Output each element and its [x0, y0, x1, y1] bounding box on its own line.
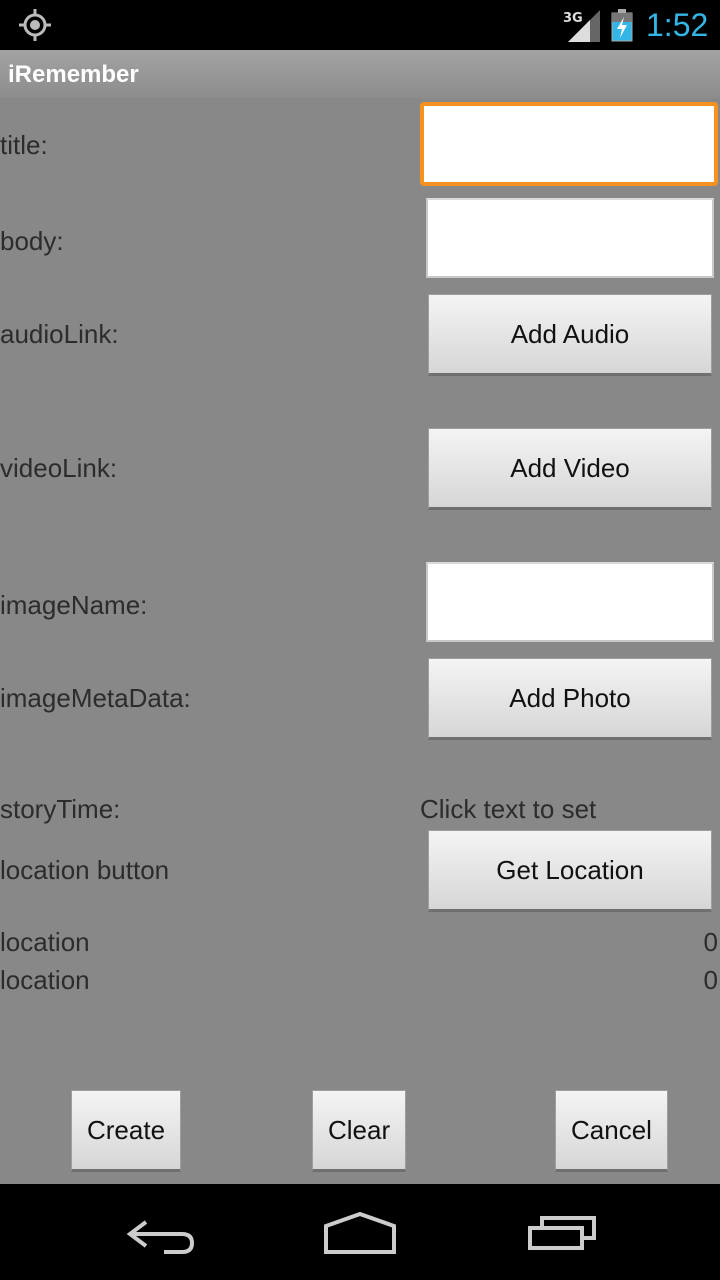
create-button[interactable]: Create	[71, 1090, 182, 1172]
add-video-button[interactable]: Add Video	[428, 428, 712, 510]
story-time-label: storyTime:	[0, 794, 121, 824]
clear-button[interactable]: Clear	[312, 1090, 407, 1172]
cancel-button[interactable]: Cancel	[555, 1090, 668, 1172]
video-link-label: videoLink:	[0, 453, 118, 483]
image-name-input[interactable]	[426, 562, 714, 642]
home-icon[interactable]	[320, 1202, 400, 1262]
battery-icon	[611, 9, 633, 42]
title-input[interactable]	[420, 102, 718, 186]
body-label: body:	[0, 226, 64, 256]
image-metadata-label: imageMetaData:	[0, 683, 191, 713]
get-location-button[interactable]: Get Location	[428, 830, 712, 912]
story-time-value[interactable]: Click text to set	[420, 794, 596, 825]
network-type: 3G	[563, 11, 583, 26]
navigation-bar	[0, 1184, 720, 1280]
back-icon[interactable]	[120, 1202, 200, 1262]
app-title: iRemember	[8, 61, 139, 88]
add-photo-button[interactable]: Add Photo	[428, 658, 712, 740]
status-bar: 3G 1:52	[0, 0, 720, 50]
action-bar: iRemember	[0, 50, 720, 98]
body-input[interactable]	[426, 198, 714, 278]
signal-icon: 3G	[563, 10, 600, 42]
add-audio-button[interactable]: Add Audio	[428, 294, 712, 376]
gps-icon	[19, 9, 51, 41]
audio-link-label: audioLink:	[0, 319, 119, 349]
location-button-label: location button	[0, 855, 170, 885]
location-label-2: location	[0, 965, 90, 995]
image-name-label: imageName:	[0, 590, 148, 620]
location-label-1: location	[0, 927, 90, 957]
clock: 1:52	[646, 7, 709, 43]
recents-icon[interactable]	[522, 1202, 602, 1262]
title-label: title:	[0, 130, 48, 160]
location-value-1: 0	[703, 927, 718, 957]
location-value-2: 0	[703, 965, 718, 995]
